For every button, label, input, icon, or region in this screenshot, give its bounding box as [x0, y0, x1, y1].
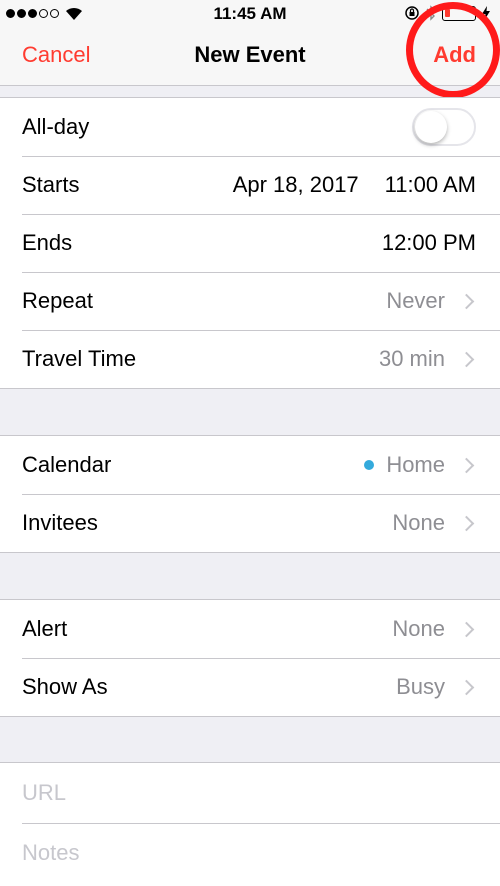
- calendar-row[interactable]: Calendar Home: [0, 436, 500, 494]
- starts-row[interactable]: Starts Apr 18, 2017 11:00 AM: [0, 156, 500, 214]
- allday-label: All-day: [22, 114, 90, 139]
- repeat-row[interactable]: Repeat Never: [0, 272, 500, 330]
- chevron-right-icon: [458, 351, 475, 367]
- chevron-right-icon: [458, 457, 475, 473]
- bluetooth-icon: [426, 5, 435, 21]
- alert-value: None: [392, 616, 445, 641]
- url-row[interactable]: URL: [0, 763, 500, 823]
- navigation-bar: Cancel New Event Add: [0, 28, 500, 86]
- notes-section: URL Notes: [0, 762, 500, 886]
- calendar-label: Calendar: [22, 452, 112, 477]
- event-time-section: All-day Starts Apr 18, 2017 11:00 AM End…: [0, 97, 500, 389]
- repeat-value: Never: [386, 288, 445, 313]
- allday-row: All-day: [0, 98, 500, 156]
- invitees-label: Invitees: [22, 510, 98, 535]
- repeat-label: Repeat: [22, 288, 93, 313]
- calendar-section: Calendar Home Invitees None: [0, 435, 500, 553]
- allday-toggle[interactable]: [412, 108, 476, 146]
- alert-row[interactable]: Alert None: [0, 600, 500, 658]
- alert-label: Alert: [22, 616, 68, 641]
- travel-time-label: Travel Time: [22, 346, 137, 371]
- url-field[interactable]: URL: [22, 780, 476, 806]
- show-as-value: Busy: [396, 674, 445, 699]
- ends-row[interactable]: Ends 12:00 PM: [0, 214, 500, 272]
- starts-time[interactable]: 11:00 AM: [385, 172, 476, 198]
- starts-label: Starts: [22, 172, 80, 197]
- show-as-row[interactable]: Show As Busy: [0, 658, 500, 716]
- starts-date[interactable]: Apr 18, 2017: [233, 172, 359, 198]
- battery-icon: [442, 5, 480, 21]
- alert-section: Alert None Show As Busy: [0, 599, 500, 717]
- orientation-lock-icon: [405, 6, 419, 20]
- invitees-row[interactable]: Invitees None: [0, 494, 500, 552]
- ends-time[interactable]: 12:00 PM: [382, 230, 476, 256]
- calendar-color-dot: [364, 460, 375, 470]
- travel-time-row[interactable]: Travel Time 30 min: [0, 330, 500, 388]
- notes-field[interactable]: Notes: [22, 840, 476, 866]
- invitees-value: None: [392, 510, 445, 535]
- show-as-label: Show As: [22, 674, 108, 699]
- chevron-right-icon: [458, 515, 475, 531]
- travel-time-value: 30 min: [378, 346, 445, 371]
- ends-label: Ends: [22, 230, 73, 255]
- add-button[interactable]: Add: [433, 42, 476, 68]
- calendar-value: Home: [386, 452, 445, 477]
- status-bar: 11:45 AM: [0, 0, 500, 28]
- chevron-right-icon: [458, 679, 475, 695]
- chevron-right-icon: [458, 293, 475, 309]
- chevron-right-icon: [458, 621, 475, 637]
- notes-row[interactable]: Notes: [0, 823, 500, 883]
- charging-icon: [482, 6, 490, 20]
- page-title: New Event: [194, 42, 306, 67]
